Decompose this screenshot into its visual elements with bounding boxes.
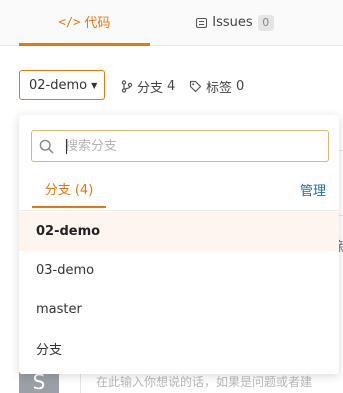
text-cursor [66, 139, 67, 154]
manage-branches-link[interactable]: 管理 [300, 180, 326, 199]
tab-code-label: 代码 [84, 16, 111, 31]
issues-count-badge: 0 [257, 14, 274, 31]
branches-stat[interactable]: 分支 4 [121, 77, 175, 96]
branch-item-branch[interactable]: 分支 [19, 329, 339, 368]
issues-icon [196, 17, 208, 28]
branch-dropdown: 分支 (4) 管理 02-demo 03-demo master 分支 [19, 115, 339, 374]
tags-stat[interactable]: 标签 0 [189, 77, 244, 96]
branch-icon [121, 80, 133, 93]
branch-item-02-demo[interactable]: 02-demo [19, 212, 339, 251]
search-icon [39, 139, 54, 154]
branch-search-box[interactable] [31, 130, 329, 162]
branches-stat-label: 分支 [137, 81, 164, 96]
comment-placeholder[interactable]: 在此输入你想说的话，如果是问题或者建 [96, 373, 312, 390]
tab-branches[interactable]: 分支 (4) [32, 170, 106, 208]
branch-list: 02-demo 03-demo master 分支 [19, 212, 339, 368]
branch-item-03-demo[interactable]: 03-demo [19, 251, 339, 290]
branches-stat-count: 4 [167, 79, 176, 94]
dropdown-tabs: 分支 (4) 管理 [19, 170, 339, 211]
branch-selector-value: 02-demo [29, 77, 88, 93]
code-icon: </> [58, 14, 81, 29]
tab-issues[interactable]: Issues 0 [185, 0, 285, 45]
tag-icon [189, 80, 202, 93]
branch-item-master[interactable]: master [19, 290, 339, 329]
branch-search-input[interactable] [65, 131, 321, 161]
tab-issues-label: Issues [212, 15, 253, 30]
tags-stat-label: 标签 [206, 81, 233, 96]
repo-tabs: </> 代码 Issues 0 [0, 0, 343, 46]
caret-down-icon: ▼ [91, 80, 98, 90]
page: </> 代码 Issues 0 02-demo ▼ 分支 4 标签 0 新 S … [0, 0, 343, 393]
tags-stat-count: 0 [236, 79, 245, 94]
tab-code[interactable]: </> 代码 [19, 0, 150, 46]
branch-selector[interactable]: 02-demo ▼ [19, 70, 105, 100]
